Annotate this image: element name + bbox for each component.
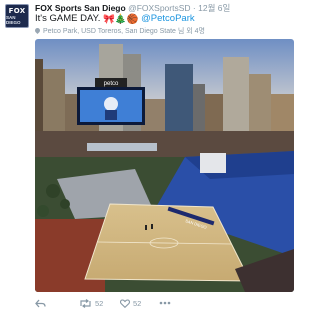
tweet-date[interactable]: 12월 6일	[198, 3, 230, 13]
like-icon	[120, 298, 130, 308]
tweet-text: It's GAME DAY. 🎀🎄🏀 @PetcoPark	[35, 13, 195, 26]
basketball-emoji: 🏀	[126, 14, 139, 25]
retweet-icon	[80, 298, 91, 308]
tweet-location[interactable]: Petco Park, USD Toreros, San Diego State…	[33, 26, 205, 36]
like-button[interactable]: 52	[120, 296, 141, 310]
avatar-logo-text: FOX	[8, 6, 26, 15]
tweet-card: FOX SAN DIEGO FOX Sports San Diego @FOXS…	[0, 0, 299, 314]
retweet-button[interactable]: 52	[79, 296, 103, 310]
reply-icon	[35, 299, 46, 307]
tweet-actions: 52 52	[35, 296, 294, 310]
tent-structure	[200, 153, 226, 173]
location-text: Petco Park, USD Toreros, San Diego State…	[43, 28, 205, 35]
location-pin-icon	[33, 26, 42, 35]
tweet-text-main: It's GAME DAY.	[35, 13, 101, 24]
tweet-photo[interactable]: petco SAN DIEGO	[35, 39, 294, 292]
like-count: 52	[133, 298, 142, 308]
scoreboard-label: petco	[104, 81, 119, 87]
more-icon	[159, 301, 171, 305]
more-button[interactable]	[159, 296, 171, 310]
author-name[interactable]: FOX Sports San Diego	[35, 3, 126, 13]
author-handle[interactable]: @FOXSportsSD	[128, 3, 190, 13]
ribbon-emoji: 🎀	[102, 14, 115, 25]
retweet-count: 52	[95, 298, 104, 308]
tree-emoji: 🎄	[114, 14, 127, 25]
avatar-subtext: SAN DIEGO	[6, 14, 21, 25]
tweet-header: FOX Sports San Diego @FOXSportsSD · 12월 …	[35, 3, 230, 13]
stadium-photo: petco SAN DIEGO	[35, 39, 294, 292]
mention-link[interactable]: @PetcoPark	[141, 13, 194, 24]
reply-button[interactable]	[35, 296, 46, 310]
separator-dot: ·	[192, 3, 196, 13]
avatar[interactable]: FOX SAN DIEGO	[5, 4, 29, 28]
